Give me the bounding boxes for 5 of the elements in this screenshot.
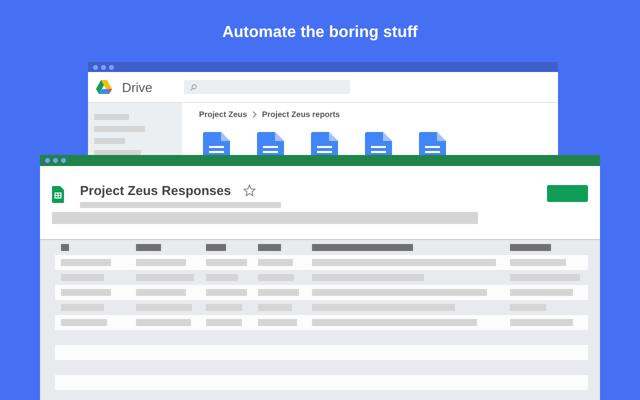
- app-name: Drive: [122, 80, 154, 94]
- document-title: Project Zeus Responses: [80, 183, 231, 198]
- headline: Automate the boring stuff: [221, 24, 419, 42]
- breadcrumb-link[interactable]: Project Zeus reports: [262, 110, 340, 119]
- breadcrumb-link[interactable]: Project Zeus: [199, 110, 248, 119]
